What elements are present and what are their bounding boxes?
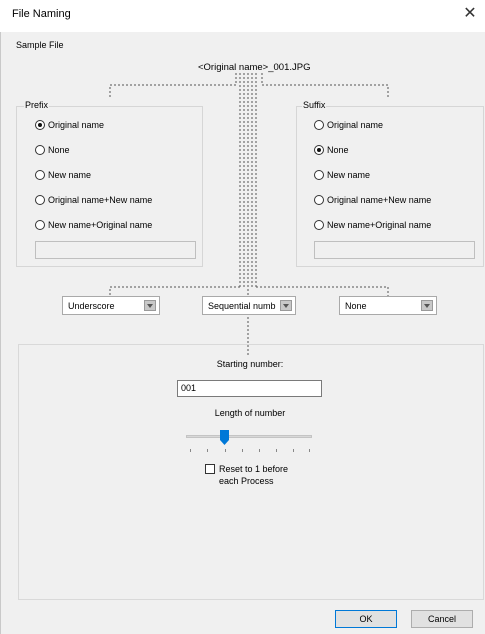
starting-number-input[interactable]: 001 — [177, 380, 322, 397]
prefix-options: Original name None New name Original nam… — [35, 118, 152, 232]
suffix-separator-dropdown[interactable]: None — [339, 296, 437, 315]
prefix-option-original-name[interactable]: Original name — [35, 118, 152, 132]
prefix-option-label: None — [48, 145, 70, 155]
prefix-option-label: New name+Original name — [48, 220, 153, 230]
prefix-text-input[interactable] — [35, 241, 196, 259]
suffix-option-label: Original name+New name — [327, 195, 432, 205]
slider-tick — [225, 449, 226, 452]
suffix-label: Suffix — [302, 100, 327, 110]
slider-thumb[interactable] — [220, 430, 229, 445]
suffix-option-original-new[interactable]: Original name+New name — [314, 193, 431, 207]
radio-selected-icon — [35, 120, 45, 130]
reset-checkbox-label: Reset to 1 before — [219, 464, 289, 474]
suffix-option-label: New name+Original name — [327, 220, 432, 230]
prefix-option-new-name[interactable]: New name — [35, 168, 152, 182]
separator-value: Underscore — [68, 300, 115, 311]
suffix-options: Original name None New name Original nam… — [314, 118, 431, 232]
prefix-option-label: Original name+New name — [48, 195, 153, 205]
suffix-option-none[interactable]: None — [314, 143, 431, 157]
slider-tick — [276, 449, 277, 452]
starting-number-label: Starting number: — [216, 359, 284, 369]
numbering-value: Sequential numb — [208, 300, 276, 311]
numbering-dropdown[interactable]: Sequential numb — [202, 296, 296, 315]
radio-icon — [314, 120, 324, 130]
slider-tick — [190, 449, 191, 452]
radio-icon — [314, 220, 324, 230]
slider-tick — [293, 449, 294, 452]
chevron-down-icon[interactable] — [280, 300, 292, 311]
suffix-separator-value: None — [345, 300, 367, 311]
prefix-option-new-original[interactable]: New name+Original name — [35, 218, 152, 232]
radio-icon — [35, 145, 45, 155]
suffix-option-label: New name — [327, 170, 371, 180]
radio-icon — [35, 220, 45, 230]
slider-tick — [242, 449, 243, 452]
length-slider-track[interactable] — [186, 435, 312, 438]
radio-icon — [314, 195, 324, 205]
prefix-option-label: New name — [48, 170, 92, 180]
slider-tick — [309, 449, 310, 452]
chevron-down-icon[interactable] — [421, 300, 433, 311]
suffix-option-original-name[interactable]: Original name — [314, 118, 431, 132]
reset-checkbox-label-line2: each Process — [219, 476, 274, 486]
cancel-button[interactable]: Cancel — [411, 610, 473, 628]
suffix-text-input[interactable] — [314, 241, 475, 259]
ok-button[interactable]: OK — [335, 610, 397, 628]
prefix-option-original-new[interactable]: Original name+New name — [35, 193, 152, 207]
radio-icon — [35, 170, 45, 180]
suffix-option-label: Original name — [327, 120, 384, 130]
chevron-down-icon[interactable] — [144, 300, 156, 311]
slider-tick — [207, 449, 208, 452]
suffix-option-new-name[interactable]: New name — [314, 168, 431, 182]
radio-selected-icon — [314, 145, 324, 155]
reset-checkbox[interactable] — [205, 464, 215, 474]
prefix-option-none[interactable]: None — [35, 143, 152, 157]
radio-icon — [35, 195, 45, 205]
radio-icon — [314, 170, 324, 180]
prefix-label: Prefix — [24, 100, 50, 110]
prefix-option-label: Original name — [48, 120, 105, 130]
length-of-number-label: Length of number — [214, 408, 286, 418]
separator-dropdown[interactable]: Underscore — [62, 296, 160, 315]
suffix-option-new-original[interactable]: New name+Original name — [314, 218, 431, 232]
suffix-option-label: None — [327, 145, 349, 155]
slider-tick — [259, 449, 260, 452]
